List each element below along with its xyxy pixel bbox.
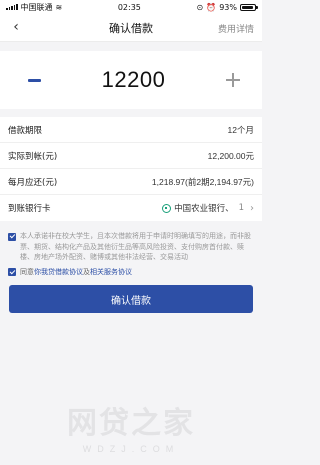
battery-icon — [240, 3, 258, 11]
detail-label: 每月应还(元) — [8, 177, 58, 188]
bank-card-label: 到账银行卡 — [8, 204, 51, 214]
status-time: 02:35 — [117, 2, 141, 12]
agreement-checkbox[interactable] — [8, 268, 16, 276]
bank-logo-icon — [162, 203, 172, 213]
plus-icon[interactable] — [226, 73, 240, 87]
agree-prefix: 同意 — [20, 267, 34, 276]
lock-rotation-icon: ⊙ — [196, 2, 204, 12]
detail-value: 12个月 — [227, 124, 254, 135]
detail-value: 12,200.00元 — [207, 150, 254, 161]
chevron-right-icon: › — [250, 202, 254, 214]
card-suffix: 1 — [238, 203, 244, 213]
alarm-icon: ⏰ — [206, 2, 217, 12]
bank-name: 中国农业银行、 — [174, 204, 234, 214]
detail-label: 借款期限 — [8, 125, 43, 136]
carrier-name: 中国联通 — [20, 2, 53, 12]
detail-row-monthly: 每月应还(元) 1,218.97(前2期2,194.97元) — [0, 169, 262, 195]
bank-card-row[interactable]: 到账银行卡 中国农业银行、 1 › — [0, 195, 262, 221]
confirm-loan-button[interactable]: 确认借款 — [9, 285, 253, 313]
loan-agreement-link[interactable]: 你我贷借款协议 — [34, 268, 83, 276]
detail-label: 实际到帐(元) — [8, 151, 58, 162]
agree-and: 及 — [83, 267, 90, 276]
wifi-icon: ≋ — [55, 2, 63, 12]
commitment-row: 本人承诺非在校大学生，且本次借款将用于申请时明确填写的用途，而非股票、期货、结构… — [8, 231, 254, 263]
service-agreement-link[interactable]: 相关服务协议 — [90, 268, 132, 276]
back-icon[interactable]: ‹ — [8, 19, 24, 35]
watermark: 网贷之家 WDZJ.COM — [0, 398, 262, 454]
agreement-row: 同意你我贷借款协议及相关服务协议 — [8, 267, 254, 278]
watermark-logo-en: WDZJ.COM — [82, 444, 180, 454]
fee-details-link[interactable]: 费用详情 — [218, 22, 254, 35]
amount-stepper: 12200 — [0, 51, 262, 109]
detail-row-term: 借款期限 12个月 — [0, 117, 262, 143]
nav-bar: ‹ 确认借款 费用详情 — [0, 14, 262, 42]
page-title: 确认借款 — [109, 21, 153, 35]
status-bar: 中国联通 ≋ 02:35 ⊙ ⏰ 93% — [0, 0, 262, 14]
loan-amount[interactable]: 12200 — [102, 67, 166, 93]
battery-percent: 93% — [219, 2, 237, 12]
detail-row-received: 实际到帐(元) 12,200.00元 — [0, 143, 262, 169]
watermark-logo-cn: 网贷之家 — [67, 406, 195, 441]
signal-icon — [6, 4, 18, 10]
minus-icon[interactable] — [28, 78, 41, 82]
detail-value: 1,218.97(前2期2,194.97元) — [151, 176, 254, 187]
commitment-checkbox[interactable] — [8, 232, 16, 241]
loan-details: 借款期限 12个月 实际到帐(元) 12,200.00元 每月应还(元) 1,2… — [0, 117, 262, 221]
agreements: 本人承诺非在校大学生，且本次借款将用于申请时明确填写的用途，而非股票、期货、结构… — [0, 231, 262, 277]
commitment-text: 本人承诺非在校大学生，且本次借款将用于申请时明确填写的用途，而非股票、期货、结构… — [20, 232, 251, 261]
